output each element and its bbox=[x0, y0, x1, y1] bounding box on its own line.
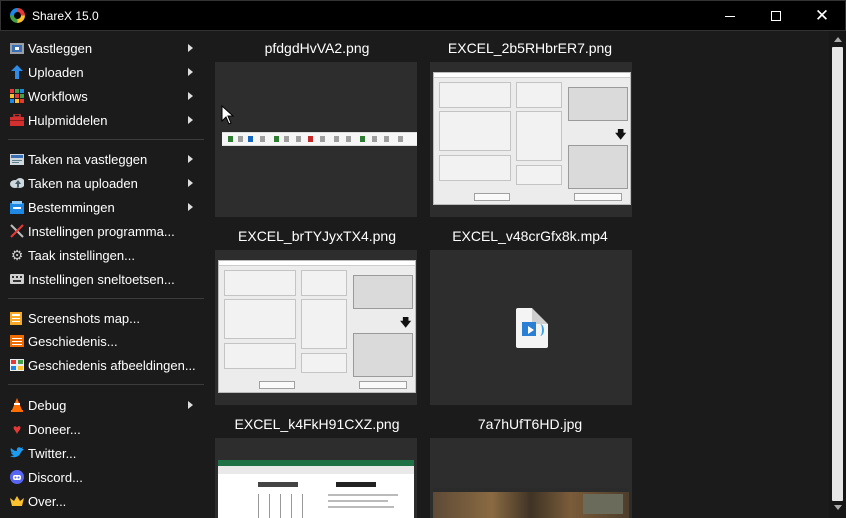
thumbnail-filename[interactable]: EXCEL_v48crGfx8k.mp4 bbox=[430, 228, 630, 244]
scroll-down-arrow-icon[interactable] bbox=[834, 505, 842, 510]
folder-icon bbox=[10, 311, 24, 325]
menu-separator bbox=[8, 298, 204, 299]
toolbox-icon bbox=[10, 113, 24, 127]
menu-item-geschiedenis[interactable]: Geschiedenis... bbox=[0, 330, 208, 352]
thumbnail-image[interactable] bbox=[215, 438, 417, 518]
thumbnail-filename[interactable]: pfdgdHvVA2.png bbox=[217, 40, 417, 56]
window-title: ShareX 15.0 bbox=[32, 9, 99, 23]
title-bar: ShareX 15.0 ✕ bbox=[0, 0, 846, 31]
menu-item-label: Instellingen programma... bbox=[28, 223, 175, 239]
menu-item-geschiedenis-afbeeldingen[interactable]: Geschiedenis afbeeldingen... bbox=[0, 354, 208, 376]
menu-item-label: Instellingen sneltoetsen... bbox=[28, 271, 175, 287]
thumbnail-filename[interactable]: EXCEL_k4FkH91CXZ.png bbox=[217, 416, 417, 432]
submenu-arrow-icon bbox=[188, 401, 193, 409]
thumbnail-filename[interactable]: EXCEL_2b5RHbrER7.png bbox=[430, 40, 630, 56]
thumbnail-grid: pfdgdHvVA2.png EXCEL_2b5RHbrER7.png 🡇 EX… bbox=[208, 31, 829, 518]
menu-item-label: Taken na uploaden bbox=[28, 175, 138, 191]
menu-item-label: Twitter... bbox=[28, 445, 77, 461]
menu-item-instellingen-programma[interactable]: Instellingen programma... bbox=[0, 220, 208, 242]
thumbnail-filename[interactable]: EXCEL_brTYJyxTX4.png bbox=[217, 228, 417, 244]
submenu-arrow-icon bbox=[188, 44, 193, 52]
video-file-icon bbox=[516, 308, 548, 348]
submenu-arrow-icon bbox=[188, 116, 193, 124]
discord-icon bbox=[10, 470, 24, 484]
excel-dialog-preview: 🡇 bbox=[218, 260, 416, 393]
menu-item-taken-na-vastleggen[interactable]: Taken na vastleggen bbox=[0, 148, 208, 170]
game-screenshot-preview bbox=[433, 488, 629, 518]
menu-item-over[interactable]: Over... bbox=[0, 490, 208, 512]
menu-item-label: Bestemmingen bbox=[28, 199, 115, 215]
maximize-icon bbox=[771, 11, 781, 21]
thumbnail-image[interactable]: 🡇 bbox=[430, 62, 632, 217]
main-menu: Vastleggen Uploaden Workflows Hulpmiddel… bbox=[0, 31, 208, 518]
thumbnail-image[interactable] bbox=[430, 250, 632, 405]
thumbnail-image[interactable]: 🡇 bbox=[215, 250, 417, 405]
close-button[interactable]: ✕ bbox=[799, 1, 845, 31]
menu-item-label: Doneer... bbox=[28, 421, 81, 437]
menu-item-discord[interactable]: Discord... bbox=[0, 466, 208, 488]
menu-item-label: Workflows bbox=[28, 88, 88, 104]
submenu-arrow-icon bbox=[188, 92, 193, 100]
menu-item-debug[interactable]: Debug bbox=[0, 394, 208, 416]
capture-icon bbox=[10, 41, 24, 55]
menu-item-label: Geschiedenis afbeeldingen... bbox=[28, 357, 196, 373]
menu-item-vastleggen[interactable]: Vastleggen bbox=[0, 37, 208, 59]
workflows-grid-icon bbox=[10, 89, 24, 103]
destinations-icon bbox=[10, 200, 24, 214]
menu-item-label: Uploaden bbox=[28, 64, 84, 80]
excel-dialog-preview: 🡇 bbox=[433, 72, 631, 205]
menu-item-label: Debug bbox=[28, 397, 67, 413]
thumbnail-filename[interactable]: 7a7hUfT6HD.jpg bbox=[430, 416, 630, 432]
menu-item-instellingen-sneltoetsen[interactable]: Instellingen sneltoetsen... bbox=[0, 268, 208, 290]
menu-item-workflows[interactable]: Workflows bbox=[0, 85, 208, 107]
image-history-icon bbox=[10, 358, 24, 372]
menu-item-taken-na-uploaden[interactable]: Taken na uploaden bbox=[0, 172, 208, 194]
menu-item-label: Hulpmiddelen bbox=[28, 112, 108, 128]
menu-item-twitter[interactable]: Twitter... bbox=[0, 442, 208, 464]
thumbnail-image[interactable] bbox=[215, 62, 417, 217]
menu-item-label: Screenshots map... bbox=[28, 310, 140, 326]
close-icon: ✕ bbox=[814, 5, 830, 26]
menu-item-bestemmingen[interactable]: Bestemmingen bbox=[0, 196, 208, 218]
minimize-button[interactable] bbox=[707, 1, 753, 31]
menu-item-label: Taken na vastleggen bbox=[28, 151, 148, 167]
thumbnail-image[interactable] bbox=[430, 438, 632, 518]
menu-item-label: Taak instellingen... bbox=[28, 247, 135, 263]
scrollbar-thumb[interactable] bbox=[832, 47, 843, 501]
menu-item-label: Discord... bbox=[28, 469, 83, 485]
sharex-logo-icon bbox=[10, 8, 25, 23]
submenu-arrow-icon bbox=[188, 179, 193, 187]
menu-item-doneer[interactable]: ♥ Doneer... bbox=[0, 418, 208, 440]
menu-separator bbox=[8, 139, 204, 140]
heart-icon: ♥ bbox=[12, 421, 22, 437]
excel-ribbon-preview bbox=[222, 132, 417, 146]
menu-separator bbox=[8, 384, 204, 385]
submenu-arrow-icon bbox=[188, 68, 193, 76]
excel-sheet-preview bbox=[218, 460, 414, 518]
wrench-screwdriver-icon bbox=[10, 224, 24, 238]
history-icon bbox=[10, 334, 24, 348]
menu-item-hulpmiddelen[interactable]: Hulpmiddelen bbox=[0, 109, 208, 131]
menu-item-screenshots-map[interactable]: Screenshots map... bbox=[0, 307, 208, 329]
traffic-cone-icon bbox=[10, 398, 24, 412]
menu-item-label: Over... bbox=[28, 493, 67, 509]
mouse-cursor-icon bbox=[221, 105, 234, 125]
menu-item-taak-instellingen[interactable]: ⚙ Taak instellingen... bbox=[0, 244, 208, 266]
cloud-upload-icon bbox=[10, 176, 24, 190]
after-capture-icon bbox=[10, 152, 24, 166]
scroll-up-arrow-icon[interactable] bbox=[834, 37, 842, 42]
menu-item-uploaden[interactable]: Uploaden bbox=[0, 61, 208, 83]
menu-item-label: Geschiedenis... bbox=[28, 333, 118, 349]
submenu-arrow-icon bbox=[188, 203, 193, 211]
twitter-bird-icon bbox=[10, 446, 24, 460]
minimize-icon bbox=[725, 15, 735, 17]
keyboard-icon bbox=[10, 272, 24, 286]
vertical-scrollbar[interactable] bbox=[829, 31, 846, 518]
submenu-arrow-icon bbox=[188, 155, 193, 163]
crown-icon bbox=[10, 494, 24, 508]
gear-icon: ⚙ bbox=[10, 247, 24, 263]
menu-item-label: Vastleggen bbox=[28, 40, 93, 56]
maximize-button[interactable] bbox=[753, 1, 799, 31]
upload-arrow-icon bbox=[10, 65, 24, 79]
